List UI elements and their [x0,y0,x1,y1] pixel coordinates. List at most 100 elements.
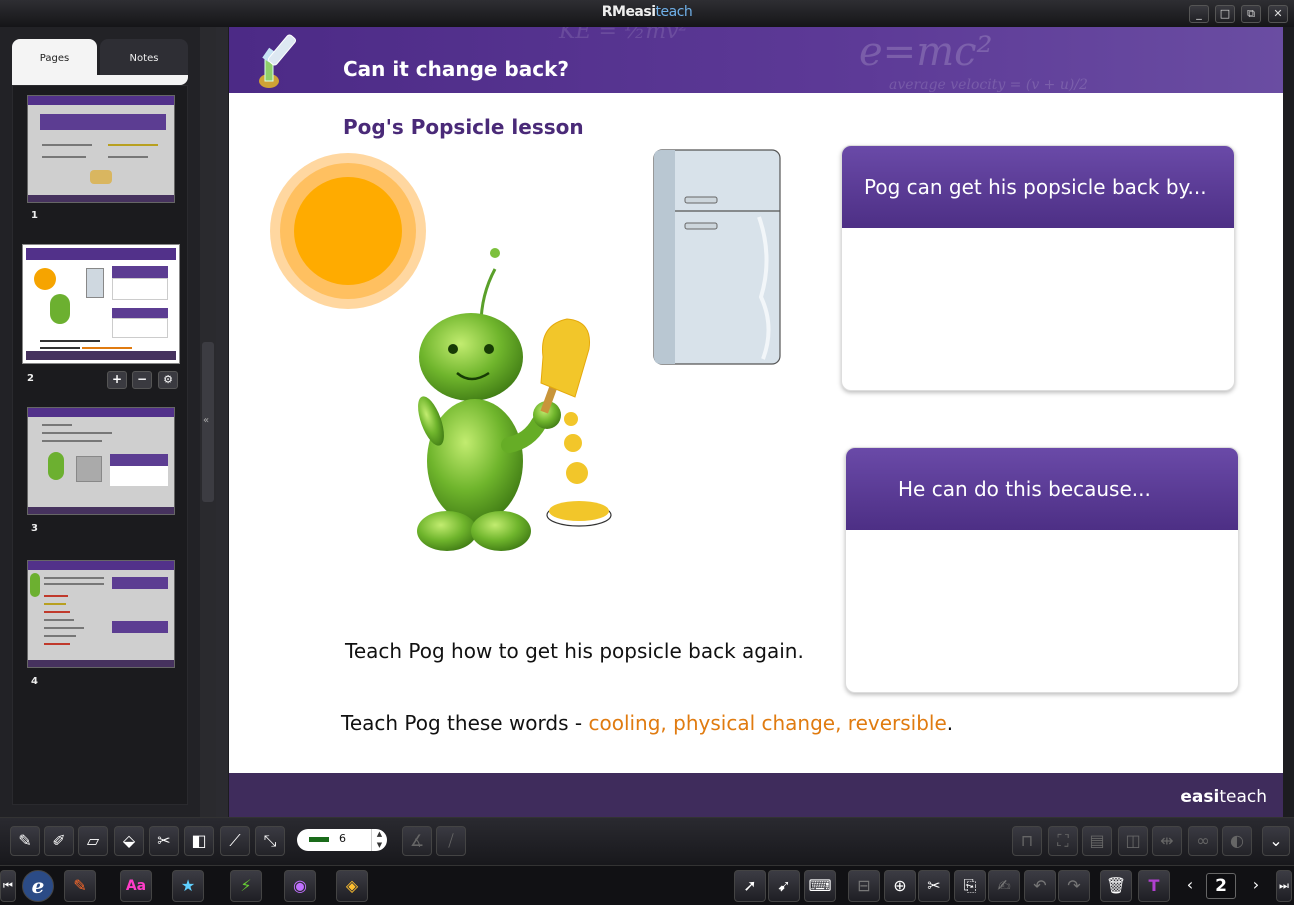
thumbnail-number: 1 [31,210,38,221]
page-number[interactable]: 2 [1206,873,1236,899]
page-thumbnail-2[interactable] [22,244,180,364]
instruction-1: Teach Pog how to get his popsicle back a… [345,639,804,663]
angle-tool-icon[interactable]: ∡ [402,826,432,856]
thumb-header [26,248,176,260]
pen-width-stepper[interactable]: 6 ▲ ▼ [297,829,387,851]
thumb-box [112,266,168,278]
layer-icon[interactable]: ◫ [1118,826,1148,856]
link-icon[interactable]: ∞ [1188,826,1218,856]
copy-icon[interactable]: ⎘ [954,870,986,902]
ruler-tool-icon[interactable]: ⧸ [436,826,466,856]
media-icon[interactable]: ◈ [336,870,368,902]
thumb-line [40,340,100,342]
thumb-footer [26,351,176,360]
slide-canvas[interactable]: KE = ½mv² e=mc² average velocity = (v + … [229,27,1283,817]
trash-icon[interactable]: 🗑 [1100,870,1132,902]
slide-footer: easiteach [229,773,1283,817]
restore-button[interactable]: ⧉ [1241,5,1261,23]
connector-tool-icon[interactable]: ⤡ [255,826,285,856]
thumb-box [112,577,168,589]
thumb-header [28,96,174,105]
page-thumbnail-3[interactable] [27,407,175,515]
thumb-line [42,440,102,442]
pen-width-spin[interactable]: ▲ ▼ [371,829,387,851]
vocabulary-words: cooling, physical change, reversible [588,711,947,735]
page-thumbnail-1[interactable] [27,95,175,203]
shapes-tool-icon[interactable]: ◧ [184,826,214,856]
thumb-line [44,643,70,645]
camera-icon[interactable]: ◉ [284,870,316,902]
keyboard-icon[interactable]: ⌨ [804,870,836,902]
maximize-button[interactable]: □ [1215,5,1235,23]
thumb-line [82,347,132,349]
undo-icon[interactable]: ↶ [1024,870,1056,902]
thumb-header [28,408,174,417]
melting-drips-image [546,412,612,527]
page-thumbnail-4[interactable] [27,560,175,668]
instruction-2: Teach Pog these words - cooling, physica… [341,711,953,735]
redo-icon[interactable]: ↷ [1058,870,1090,902]
previous-page-button[interactable]: ‹ [1176,870,1204,902]
add-page-button[interactable]: + [107,371,127,389]
highlighter-tool-icon[interactable]: ✐ [44,826,74,856]
sun-image[interactable] [269,152,429,312]
plugin-icon[interactable]: ⚡ [230,870,262,902]
close-button[interactable]: ✕ [1268,5,1288,23]
pen-pack-icon[interactable]: ✎ [64,870,96,902]
text-box-icon[interactable]: T [1138,870,1170,902]
paste-icon[interactable]: ✍ [988,870,1020,902]
line-tool-icon[interactable]: ⟋ [220,826,250,856]
easiteach-menu-icon[interactable]: ℯ [22,870,54,902]
thumb-line [44,619,74,621]
lock-page-icon[interactable]: ⊟ [848,870,880,902]
pen-color-swatch[interactable] [309,837,329,842]
thumb-box [40,114,166,130]
vertical-scrollbar[interactable] [216,27,228,817]
thumb-box-body [110,466,168,486]
answer-box-2[interactable]: He can do this because... [845,447,1239,693]
zoom-icon[interactable]: ⊕ [884,870,916,902]
answer-box-1-heading: Pog can get his popsicle back by... [842,146,1234,228]
delete-ink-tool-icon[interactable]: ✂ [149,826,179,856]
align-icon[interactable]: ▤ [1082,826,1112,856]
effects-icon[interactable]: ★ [172,870,204,902]
lock-icon[interactable]: ⊓ [1012,826,1042,856]
thumb-pog [30,573,40,597]
thumb-line [44,583,104,585]
last-page-icon[interactable]: ⏭ [1276,870,1292,902]
instruction-2-prefix: Teach Pog these words - [341,711,589,735]
expand-toolbar-button[interactable]: ⌄ [1262,826,1290,856]
collapse-panel-icon[interactable]: « [203,415,209,426]
thumb-line [44,577,104,579]
first-page-icon[interactable]: ⏮ [0,870,16,902]
thumb-line [42,156,86,158]
fill-tool-icon[interactable]: ⬙ [114,826,144,856]
thumb-popsicle [90,170,112,184]
page-settings-button[interactable]: ⚙ [158,371,178,389]
minimize-button[interactable]: _ [1189,5,1209,23]
panel-splitter[interactable]: « [200,27,216,817]
group-icon[interactable]: ⛶ [1048,826,1078,856]
tab-notes[interactable]: Notes [100,39,188,75]
eraser-tool-icon[interactable]: ▱ [78,826,108,856]
answer-box-1[interactable]: Pog can get his popsicle back by... [841,145,1235,391]
thumb-box [112,621,168,633]
title-bar: RMeasiteach _ □ ⧉ ✕ [0,0,1294,27]
header-formula-ke: KE = ½mv² [559,27,688,44]
slide-title: Can it change back? [343,57,569,81]
pointer-tool-icon[interactable]: ➹ [768,870,800,902]
flip-icon[interactable]: ⇹ [1152,826,1182,856]
thumb-box-body [112,278,168,300]
toggle-icon[interactable]: ◐ [1222,826,1252,856]
select-tool-icon[interactable]: ➚ [734,870,766,902]
app-title: RMeasiteach [0,4,1294,20]
thumb-line [44,627,84,629]
fridge-image[interactable] [651,147,783,367]
next-page-button[interactable]: › [1242,870,1270,902]
pen-tool-icon[interactable]: ✎ [10,826,40,856]
text-tool-icon[interactable]: Aa [120,870,152,902]
cut-icon[interactable]: ✂ [918,870,950,902]
instruction-2-suffix: . [946,711,954,735]
answer-box-2-heading: He can do this because... [846,448,1238,530]
remove-page-button[interactable]: − [132,371,152,389]
